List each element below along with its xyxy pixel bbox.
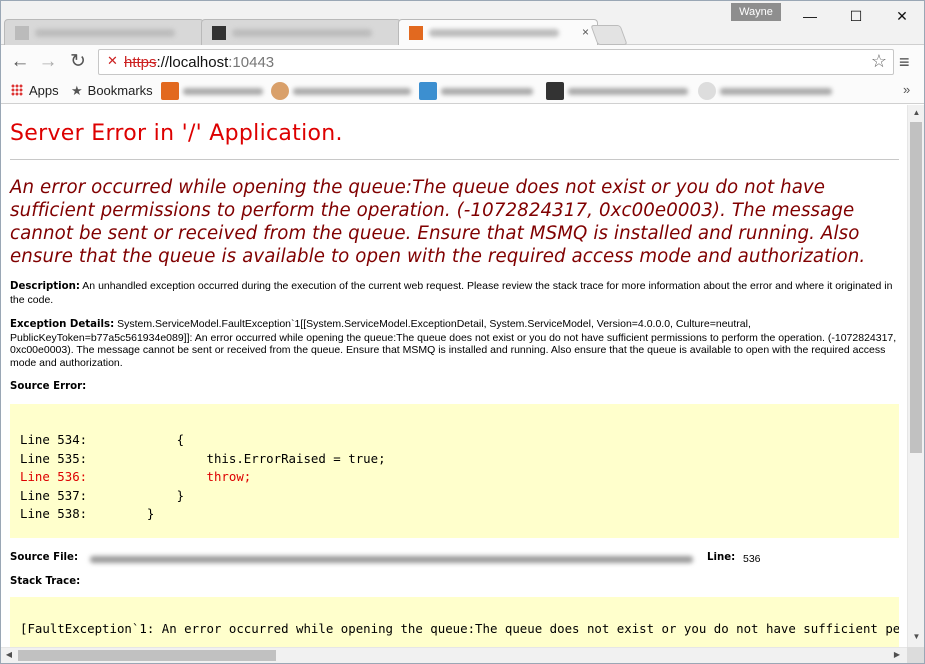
apps-label: Apps — [29, 83, 59, 98]
scrollbar-corner — [907, 647, 924, 663]
apps-grid-icon — [11, 84, 23, 96]
forward-arrow-icon[interactable]: → — [37, 51, 59, 73]
bookmarks-folder[interactable]: ★ Bookmarks — [71, 82, 153, 100]
browser-tab[interactable] — [201, 19, 401, 46]
vertical-scroll-thumb[interactable] — [910, 122, 922, 453]
bookmarks-star-icon: ★ — [71, 83, 83, 98]
bookmark-favicon-icon[interactable] — [419, 82, 437, 100]
url-text[interactable]: https://localhost:10443 — [124, 54, 274, 71]
description-label: Description: — [10, 281, 80, 292]
bookmark-title-blurred[interactable] — [293, 88, 411, 95]
vertical-scrollbar[interactable]: ▲ ▼ — [907, 105, 924, 647]
divider — [10, 159, 899, 160]
url-separator: :// — [156, 54, 170, 71]
minimize-icon[interactable]: — — [787, 1, 833, 31]
tab-close-icon[interactable]: × — [582, 25, 589, 39]
page-favicon-icon — [212, 26, 226, 40]
horizontal-scroll-thumb[interactable] — [18, 650, 276, 661]
code-line: Line 538: } — [20, 506, 155, 521]
code-line-highlighted: Line 536: throw; — [20, 469, 252, 484]
bookmark-favicon-icon[interactable] — [546, 82, 564, 100]
description-block: Description: An unhandled exception occu… — [10, 280, 899, 306]
exception-label: Exception Details: — [10, 319, 115, 330]
horizontal-scrollbar[interactable]: ◀ ▶ — [1, 647, 907, 663]
page-title: Server Error in '/' Application. — [10, 121, 343, 146]
source-file-label: Source File: — [10, 551, 79, 563]
back-arrow-icon[interactable]: ← — [9, 51, 31, 73]
line-label: Line: — [707, 551, 736, 563]
stack-trace-label: Stack Trace: — [10, 575, 81, 587]
new-tab-button[interactable] — [590, 25, 628, 45]
source-error-label: Source Error: — [10, 381, 87, 392]
bookmark-title-blurred[interactable] — [441, 88, 533, 95]
url-host: localhost — [169, 54, 229, 71]
address-bar[interactable]: ✕ https://localhost:10443 ☆ — [98, 49, 894, 75]
menu-icon[interactable]: ≡ — [899, 52, 910, 73]
tab-title-blurred — [35, 29, 175, 37]
scroll-right-icon[interactable]: ▶ — [891, 650, 903, 659]
maximize-icon[interactable]: ☐ — [833, 1, 879, 31]
source-file-row: Source File: Line: 536 — [10, 550, 899, 566]
bookmark-favicon-icon[interactable] — [698, 82, 716, 100]
code-line: Line 537: } — [20, 487, 185, 503]
bookmark-star-icon[interactable]: ☆ — [871, 51, 887, 72]
close-window-icon[interactable]: ✕ — [879, 1, 925, 31]
code-line: Line 534: { — [20, 432, 185, 447]
reload-icon[interactable]: ↻ — [67, 51, 89, 73]
source-file-path-blurred — [90, 555, 693, 563]
bookmarks-label: Bookmarks — [87, 83, 153, 98]
exception-text: System.ServiceModel.FaultException`1[[Sy… — [10, 318, 897, 369]
scroll-up-icon[interactable]: ▲ — [908, 108, 925, 117]
description-text: An unhandled exception occurred during t… — [10, 280, 893, 306]
code-line: Line 535: this.ErrorRaised = true; — [20, 450, 386, 466]
line-value: 536 — [743, 552, 761, 565]
exception-details-block: Exception Details: System.ServiceModel.F… — [10, 318, 899, 369]
bookmarks-bar: Apps ★ Bookmarks » — [0, 78, 925, 104]
stack-trace-box: [FaultException`1: An error occurred whi… — [10, 596, 899, 647]
bookmark-favicon-icon[interactable] — [161, 82, 179, 100]
tab-title-blurred — [232, 29, 372, 37]
bookmark-title-blurred[interactable] — [720, 88, 832, 95]
tab-title-blurred — [429, 29, 559, 37]
page-favicon-icon — [409, 26, 423, 40]
error-heading: An error occurred while opening the queu… — [10, 177, 866, 267]
stack-trace-line: [FaultException`1: An error occurred whi… — [20, 620, 899, 636]
bookmark-title-blurred[interactable] — [183, 88, 263, 95]
browser-tab[interactable] — [4, 19, 204, 46]
bookmarks-overflow-icon[interactable]: » — [903, 82, 910, 97]
browser-tab-active[interactable]: × — [398, 19, 598, 46]
page-favicon-icon — [15, 26, 29, 40]
bookmark-favicon-icon[interactable] — [271, 82, 289, 100]
url-port: :10443 — [228, 54, 275, 71]
scroll-left-icon[interactable]: ◀ — [3, 650, 15, 659]
apps-shortcut[interactable]: Apps — [11, 82, 59, 100]
url-scheme: https — [124, 54, 157, 71]
profile-badge[interactable]: Wayne — [731, 3, 781, 21]
source-code-box: Line 534: { Line 535: this.ErrorRaised = … — [10, 404, 899, 538]
bookmark-title-blurred[interactable] — [568, 88, 688, 95]
scroll-down-icon[interactable]: ▼ — [908, 632, 925, 641]
browser-toolbar: ← → ↻ ✕ https://localhost:10443 ☆ ≡ — [0, 45, 925, 78]
page-viewport: Server Error in '/' Application. An erro… — [1, 105, 907, 647]
insecure-lock-icon[interactable]: ✕ — [107, 53, 121, 71]
title-bar: × Wayne — ☐ ✕ — [0, 0, 925, 46]
